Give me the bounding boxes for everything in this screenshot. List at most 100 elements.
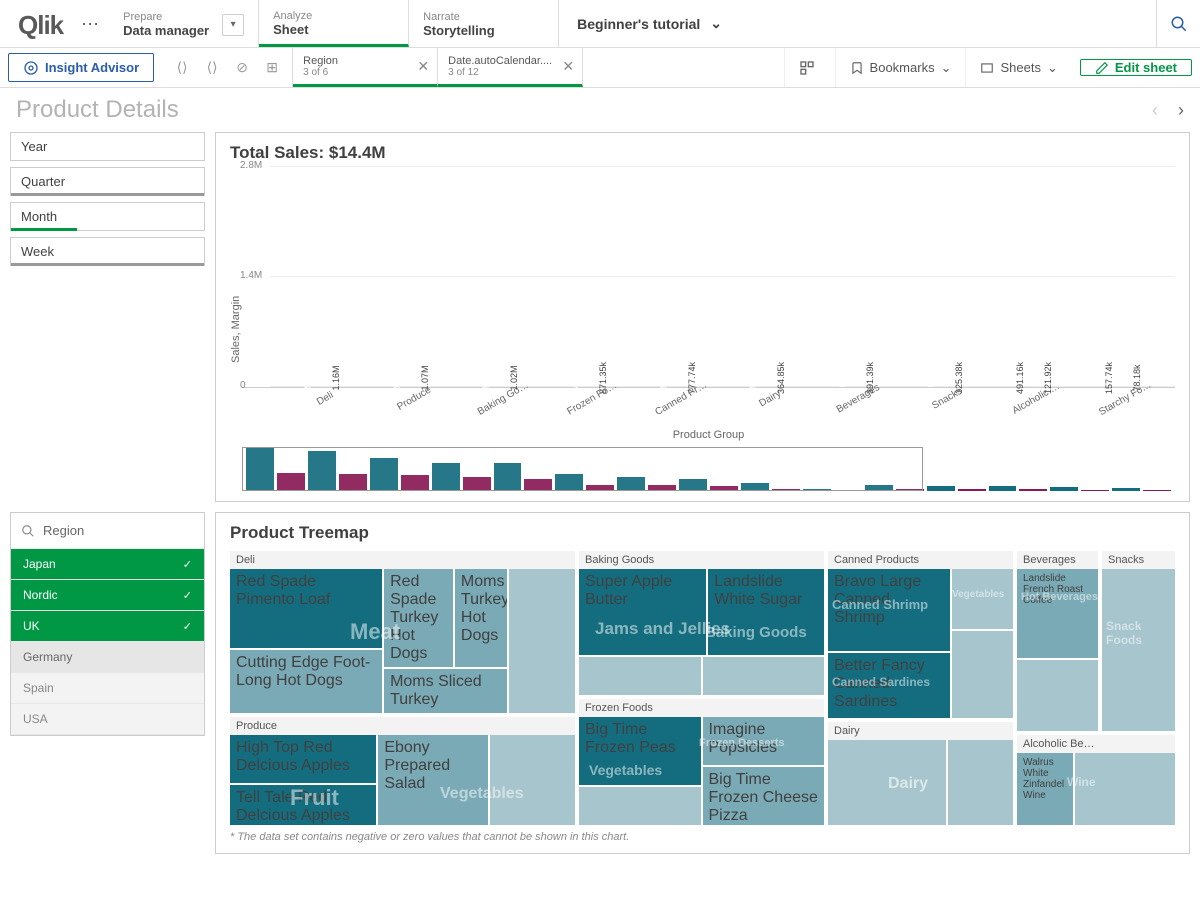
- treemap-cell[interactable]: Moms Sliced Turkey: [384, 669, 507, 713]
- top-navbar: Qlik ⋯ Prepare Data manager ▾ Analyze Sh…: [0, 0, 1200, 48]
- sheet-title: Product Details: [16, 96, 179, 124]
- selections-toolbar: Insight Advisor ⟨⟩ ⟨⟩ ⊘ ⊞ Region 3 of 6 …: [0, 48, 1200, 88]
- treemap-cell[interactable]: Super Apple Butter: [579, 569, 706, 655]
- next-sheet-icon[interactable]: ›: [1178, 100, 1184, 121]
- treemap-cell[interactable]: [948, 740, 1013, 825]
- nav-tab-narrate[interactable]: Narrate Storytelling: [409, 0, 559, 47]
- nav-tab-analyze[interactable]: Analyze Sheet: [259, 0, 409, 47]
- treemap-group-canned: Canned Products: [828, 551, 1013, 569]
- filter-year[interactable]: Year: [10, 132, 205, 161]
- treemap-group-produce: Produce: [230, 717, 575, 735]
- bookmarks-label: Bookmarks: [870, 60, 935, 75]
- chart-plot-area: 1.4M 2.8M 0 2.72M1.16M2.54M1.07M2.09M1.0…: [242, 167, 1175, 388]
- treemap-cell[interactable]: Snack Foods: [1102, 569, 1175, 731]
- treemap-title: Product Treemap: [230, 523, 1175, 543]
- treemap-cell[interactable]: Bravo Large Canned ShrimpCanned Shrimp: [828, 569, 950, 651]
- selection-field: Region: [303, 55, 427, 67]
- treemap-cell[interactable]: Walrus White Zinfandel Wine: [1017, 753, 1073, 825]
- region-item[interactable]: Spain: [11, 673, 204, 704]
- nav-narrate-sub: Storytelling: [423, 23, 495, 38]
- treemap-cell[interactable]: [490, 735, 575, 825]
- treemap-cell[interactable]: Cutting Edge Foot-Long Hot Dogs: [230, 650, 382, 713]
- step-forward-icon[interactable]: ⟨⟩: [202, 58, 222, 78]
- nav-prepare-label: Prepare: [123, 11, 209, 23]
- product-treemap[interactable]: Product Treemap Deli Red Spade Pimento L…: [215, 512, 1190, 854]
- treemap-cell[interactable]: Red Spade Pimento Loaf: [230, 569, 382, 648]
- treemap-cell[interactable]: Imagine Popsicles: [703, 717, 825, 765]
- edit-sheet-button[interactable]: Edit sheet: [1080, 59, 1192, 76]
- treemap-cell[interactable]: Big Time Frozen Peas: [579, 717, 701, 785]
- region-item[interactable]: UK✓: [11, 611, 204, 642]
- treemap-cell[interactable]: [1075, 753, 1175, 825]
- clear-selections-icon[interactable]: ⊘: [232, 58, 252, 78]
- filter-week[interactable]: Week: [10, 237, 205, 266]
- filter-month[interactable]: Month: [10, 202, 205, 231]
- selection-chip-date[interactable]: Date.autoCalendar.... 3 of 12 ✕: [438, 48, 583, 87]
- treemap-cell[interactable]: [703, 657, 825, 695]
- treemap-cell[interactable]: [1017, 660, 1098, 731]
- selection-chip-region[interactable]: Region 3 of 6 ✕: [293, 48, 438, 87]
- treemap-cell[interactable]: Vegetables: [952, 569, 1013, 629]
- chevron-down-icon: ⌄: [941, 60, 952, 76]
- step-back-icon[interactable]: ⟨⟩: [172, 58, 192, 78]
- region-search[interactable]: Region: [11, 513, 204, 549]
- time-filters: Year Quarter Month Week: [10, 132, 205, 502]
- treemap-cell[interactable]: [828, 740, 946, 825]
- region-item[interactable]: Japan✓: [11, 549, 204, 580]
- treemap-cell[interactable]: Tell Tale Red Delcious Apples: [230, 785, 376, 825]
- region-item[interactable]: USA: [11, 704, 204, 735]
- treemap-cell[interactable]: [509, 569, 575, 713]
- nav-analyze-label: Analyze: [273, 10, 312, 22]
- close-icon[interactable]: ✕: [562, 58, 574, 75]
- nav-analyze-sub: Sheet: [273, 22, 312, 37]
- treemap-cell[interactable]: [579, 657, 701, 695]
- region-item[interactable]: Nordic✓: [11, 580, 204, 611]
- treemap-cell[interactable]: Moms Turkey Hot Dogs: [455, 569, 507, 667]
- edit-sheet-label: Edit sheet: [1115, 60, 1177, 75]
- app-switcher[interactable]: Beginner's tutorial ⌄: [559, 0, 740, 47]
- smart-search-icon[interactable]: ⊞: [262, 58, 282, 78]
- treemap-footnote: * The data set contains negative or zero…: [230, 831, 1175, 843]
- sheet-header: Product Details ‹ ›: [0, 88, 1200, 132]
- prev-sheet-icon[interactable]: ‹: [1152, 100, 1158, 121]
- total-sales-chart[interactable]: Total Sales: $14.4M Sales, Margin 1.4M 2…: [215, 132, 1190, 502]
- y-tick: 0: [240, 380, 246, 391]
- insight-advisor-button[interactable]: Insight Advisor: [8, 53, 154, 82]
- region-filter-pane: Region Japan✓Nordic✓UK✓GermanySpainUSA: [10, 512, 205, 736]
- close-icon[interactable]: ✕: [417, 58, 429, 75]
- treemap-cell[interactable]: Landslide White Sugar: [708, 569, 824, 655]
- more-menu-icon[interactable]: ⋯: [71, 0, 109, 47]
- selection-field: Date.autoCalendar....: [448, 55, 572, 67]
- nav-narrate-label: Narrate: [423, 11, 495, 23]
- chevron-down-icon: ⌄: [1047, 60, 1058, 76]
- treemap-group-deli: Deli: [230, 551, 575, 569]
- nav-prepare-sub: Data manager: [123, 23, 209, 38]
- chart-title: Total Sales: $14.4M: [230, 143, 1175, 163]
- selection-detail: 3 of 12: [448, 67, 572, 78]
- treemap-cell[interactable]: Big Time Frozen Cheese Pizza: [703, 767, 825, 825]
- treemap-group-alcoholic: Alcoholic Be…: [1017, 735, 1175, 753]
- sheets-button[interactable]: Sheets ⌄: [965, 48, 1071, 87]
- chart-minimap[interactable]: [242, 447, 1175, 491]
- minimap-viewport[interactable]: [242, 447, 923, 491]
- treemap-cell[interactable]: High Top Red Delcious Apples: [230, 735, 376, 783]
- treemap-cell[interactable]: Landslide French Roast Coffee: [1017, 569, 1098, 658]
- treemap-cell[interactable]: [579, 787, 701, 825]
- y-axis-label: Sales, Margin: [230, 167, 242, 491]
- selections-tool-icon[interactable]: [784, 48, 835, 87]
- treemap-cell[interactable]: [952, 631, 1013, 718]
- region-label: Region: [43, 523, 84, 538]
- sheets-label: Sheets: [1000, 60, 1040, 75]
- treemap-cell[interactable]: Ebony Prepared Salad: [378, 735, 488, 825]
- region-item[interactable]: Germany: [11, 642, 204, 673]
- filter-quarter[interactable]: Quarter: [10, 167, 205, 196]
- nav-tab-prepare[interactable]: Prepare Data manager ▾: [109, 0, 259, 47]
- treemap-group-frozen: Frozen Foods: [579, 699, 824, 717]
- bookmarks-button[interactable]: Bookmarks ⌄: [835, 48, 966, 87]
- selection-detail: 3 of 6: [303, 67, 427, 78]
- y-tick: 1.4M: [240, 270, 262, 281]
- chevron-down-icon[interactable]: ▾: [222, 14, 244, 36]
- treemap-cell[interactable]: Red Spade Turkey Hot Dogs: [384, 569, 453, 667]
- search-icon[interactable]: [1156, 0, 1200, 47]
- treemap-cell[interactable]: Better Fancy Canned SardinesCanned Sardi…: [828, 653, 950, 718]
